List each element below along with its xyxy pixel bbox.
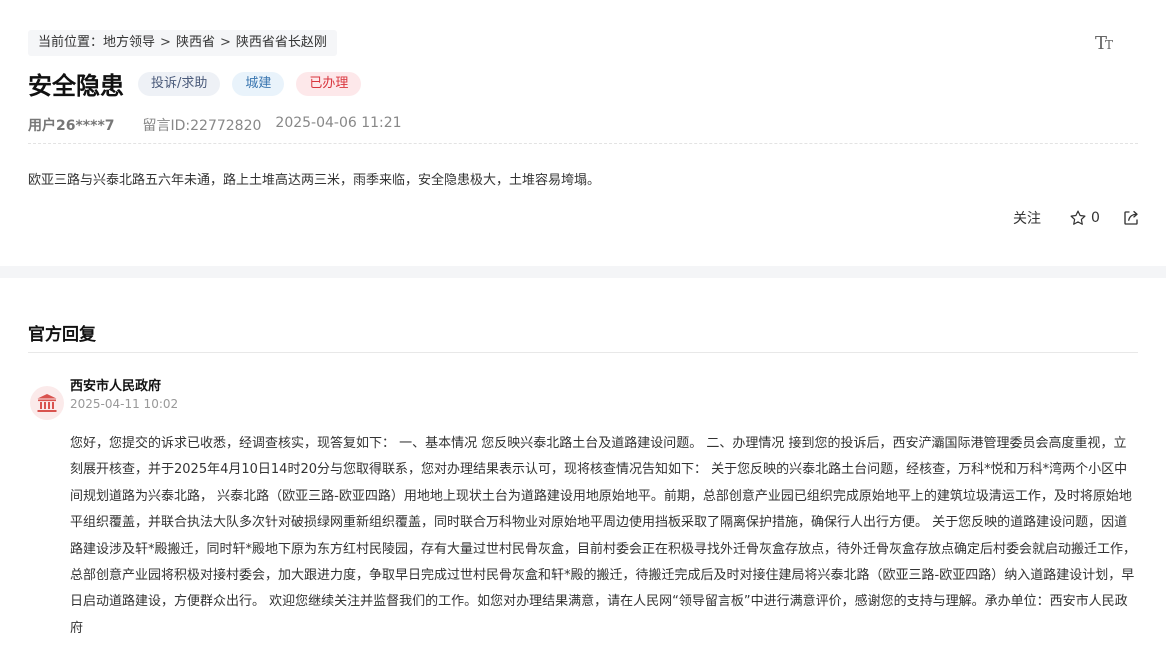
breadcrumb-item-governor[interactable]: 陕西省省长赵刚 (236, 30, 327, 56)
post-time: 2025-04-06 11:21 (275, 115, 402, 131)
tag-type: 投诉/求助 (138, 71, 221, 96)
reply-text: 您好，您提交的诉求已收悉，经调查核实，现答复如下： 一、基本情况 您反映兴泰北路… (70, 436, 1137, 636)
post-card: 当前位置：地方领导 > 陕西省 > 陕西省省长赵刚 TT 安全隐患 投诉/求助 城建 已… (0, 0, 1166, 266)
follow-button[interactable]: 关注 (1013, 208, 1041, 228)
breadcrumb-separator: > (160, 35, 171, 50)
post-meta: 用户26****7 留言ID:22772820 2025-04-06 11:21 (28, 115, 402, 135)
font-size-icon[interactable]: TT (1095, 33, 1113, 54)
star-icon (1070, 210, 1086, 225)
official-reply-card: 官方回复 西安市人民政府 2025-04-11 10:02 您好，您提交的诉求已… (0, 278, 1166, 672)
reply-time: 2025-04-11 10:02 (70, 397, 179, 411)
message-id: 留言ID:22772820 (142, 118, 262, 134)
divider (28, 143, 1138, 144)
share-icon (1124, 210, 1138, 225)
breadcrumb-item-province[interactable]: 陕西省 (176, 30, 215, 56)
breadcrumb-item-local-leaders[interactable]: 地方领导 (103, 30, 155, 56)
status-badge: 已办理 (296, 71, 362, 96)
post-title: 安全隐患 (28, 72, 124, 100)
breadcrumb-separator: > (219, 35, 231, 50)
share-button[interactable] (1122, 209, 1140, 227)
breadcrumb-prefix: 当前位置： (38, 35, 104, 50)
section-gap (0, 266, 1166, 278)
post-user: 用户26****7 (28, 118, 115, 134)
org-name: 西安市人民政府 (70, 379, 162, 394)
tag-category: 城建 (232, 71, 285, 96)
post-header: 安全隐患 投诉/求助 城建 已办理 (28, 66, 373, 101)
star-button[interactable]: 0 (1069, 209, 1100, 227)
star-count: 0 (1091, 210, 1100, 226)
divider (28, 352, 1138, 353)
government-building-icon (30, 386, 64, 420)
breadcrumb: 当前位置：地方领导 > 陕西省 > 陕西省省长赵刚 (28, 30, 337, 56)
post-content: 欧亚三路与兴泰北路五六年未通，路上土堆高达两三米，雨季来临，安全隐患极大，土堆容… (28, 173, 601, 188)
post-actions: 关注 0 (1013, 208, 1140, 228)
section-title: 官方回复 (28, 325, 96, 345)
